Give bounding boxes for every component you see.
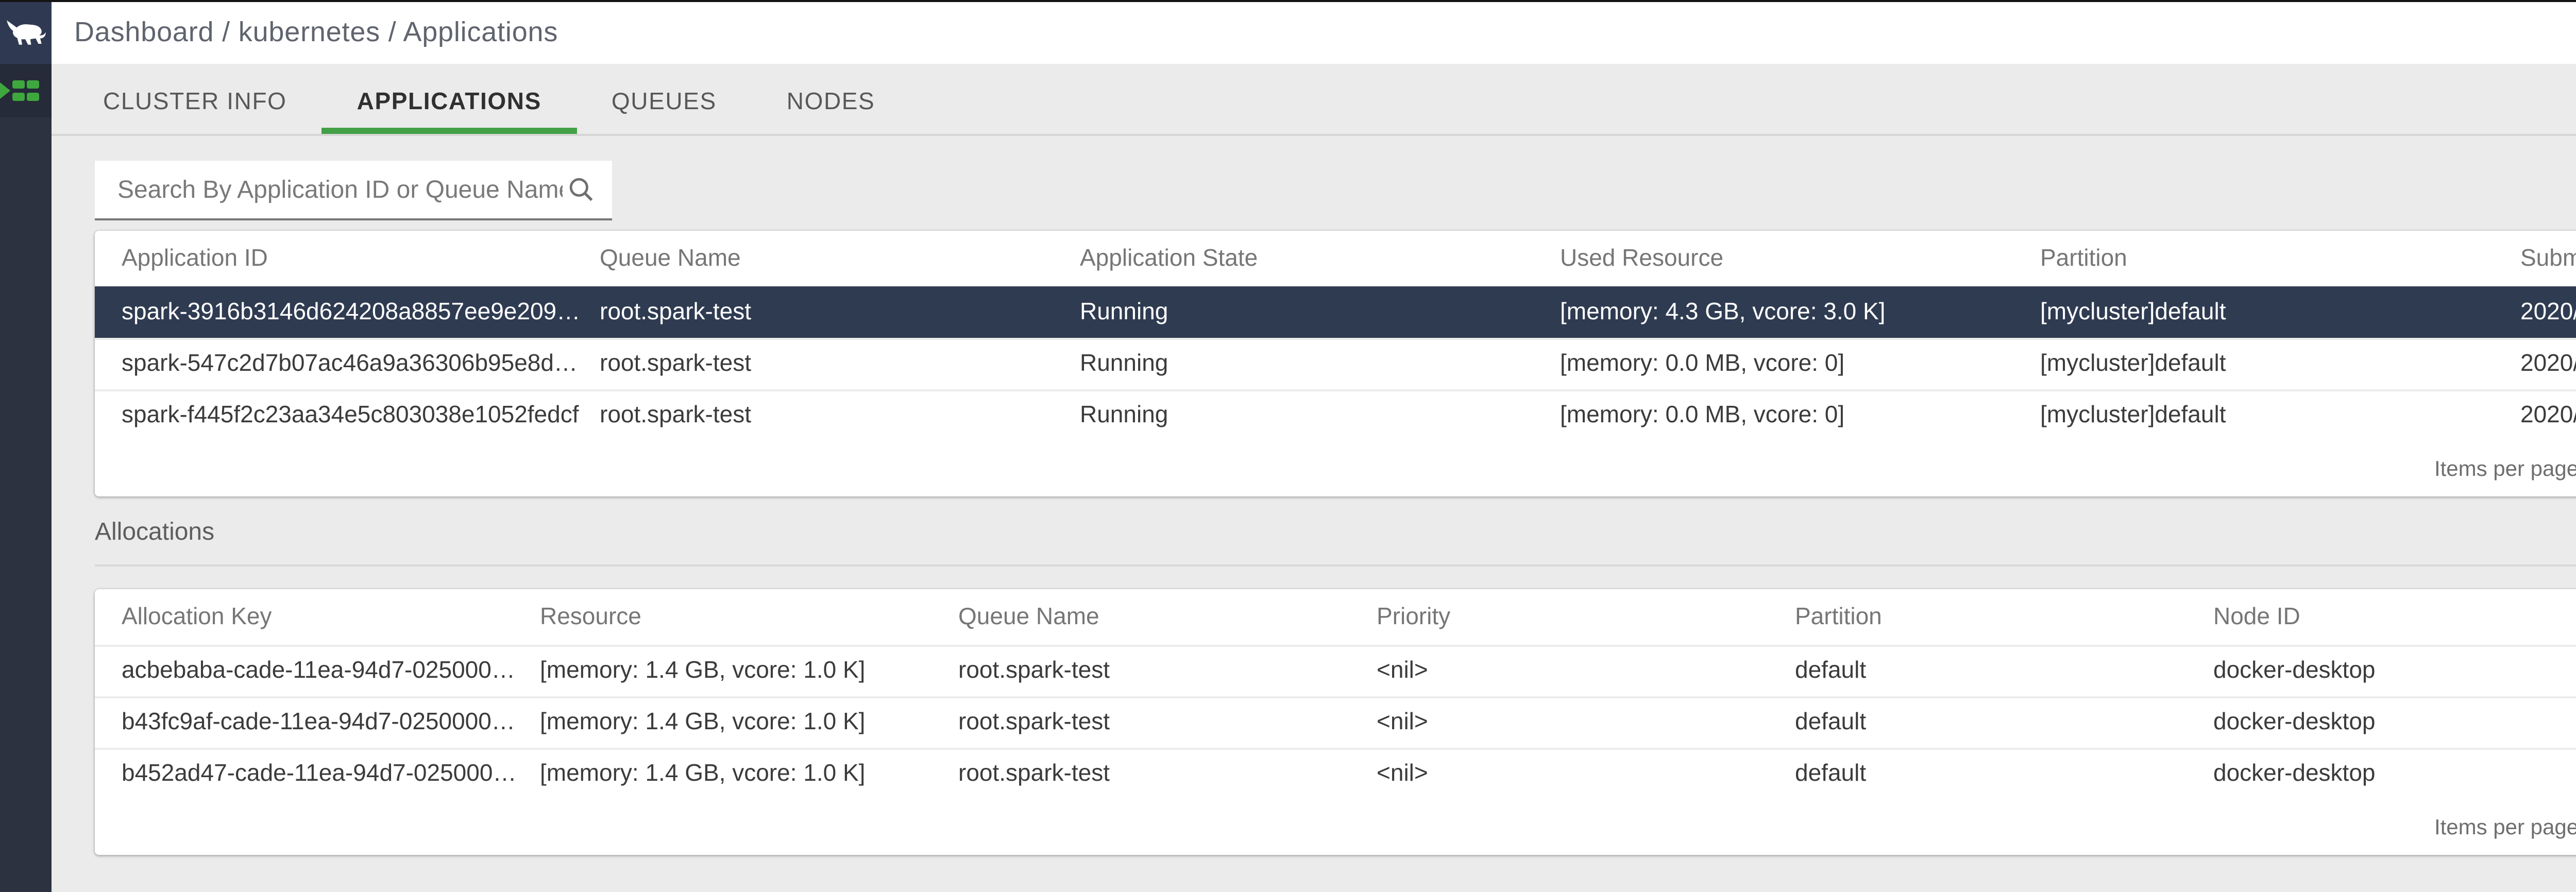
allocation-row[interactable]: b43fc9af-cade-11ea-94d7-025000000001 [me… (95, 696, 2576, 748)
active-tab-underline (322, 128, 577, 134)
tab-queues[interactable]: QUEUES (577, 64, 752, 134)
allocations-paginator: Items per page: 10 1 – 3 of 3 (95, 799, 2576, 855)
col-used-resource: Used Resource (1560, 246, 2040, 271)
search-wrap (95, 161, 2576, 220)
search-icon (567, 175, 596, 204)
col-partition: Partition (1795, 605, 2213, 629)
window-top-edge (0, 0, 2576, 2)
search-field[interactable] (95, 161, 612, 220)
yunikorn-console: Dashboard / kubernetes / Applications CL… (0, 0, 2576, 892)
applications-paginator: Items per page: 10 1 – 3 of 3 (95, 441, 2576, 496)
application-row-selected[interactable]: spark-3916b3146d624208a8857ee9e209aa15 r… (95, 286, 2576, 338)
allocation-row[interactable]: b452ad47-cade-11ea-94d7-025000000001 [me… (95, 748, 2576, 799)
tab-applications[interactable]: APPLICATIONS (322, 64, 577, 134)
col-submission-time-sortable[interactable]: Submission Time ↓ (2520, 246, 2576, 271)
tabbar: CLUSTER INFO APPLICATIONS QUEUES NODES (52, 64, 2576, 136)
items-per-page-label: Items per page: (2434, 815, 2576, 839)
dashboard-grid-icon (12, 81, 40, 100)
allocations-table-header: Allocation Key Resource Queue Name Prior… (95, 589, 2576, 645)
col-resource: Resource (540, 605, 958, 629)
sidebar (0, 0, 52, 892)
col-application-id: Application ID (122, 246, 600, 271)
appbar: Dashboard / kubernetes / Applications (52, 0, 2576, 64)
allocations-table-card: Allocation Key Resource Queue Name Prior… (95, 589, 2576, 855)
allocations-section-title: Allocations (95, 517, 2576, 567)
items-per-page-label: Items per page: (2434, 456, 2576, 481)
main-content: CLUSTER INFO APPLICATIONS QUEUES NODES A… (52, 64, 2576, 892)
col-queue-name: Queue Name (600, 246, 1080, 271)
application-row[interactable]: spark-547c2d7b07ac46a9a36306b95e8d4ad7 r… (95, 338, 2576, 389)
tab-nodes[interactable]: NODES (752, 64, 910, 134)
applications-table-card: Application ID Queue Name Application St… (95, 231, 2576, 496)
yunikorn-horse-logo-icon (4, 15, 47, 48)
tab-cluster-info[interactable]: CLUSTER INFO (68, 64, 322, 134)
logo-block[interactable] (0, 0, 52, 64)
allocation-row[interactable]: acbebaba-cade-11ea-94d7-025000000001 [me… (95, 645, 2576, 696)
col-allocation-key: Allocation Key (122, 605, 540, 629)
application-row[interactable]: spark-f445f2c23aa34e5c803038e1052fedcf r… (95, 389, 2576, 441)
applications-table-header: Application ID Queue Name Application St… (95, 231, 2576, 286)
col-queue-name: Queue Name (958, 605, 1377, 629)
col-partition: Partition (2040, 246, 2520, 271)
breadcrumb: Dashboard / kubernetes / Applications (74, 16, 558, 47)
col-priority: Priority (1377, 605, 1795, 629)
col-application-state: Application State (1080, 246, 1560, 271)
sidebar-item-dashboard[interactable] (0, 64, 52, 117)
col-node-id: Node ID (2213, 605, 2576, 629)
search-input[interactable] (113, 173, 567, 206)
active-nav-arrow-icon (0, 82, 10, 99)
